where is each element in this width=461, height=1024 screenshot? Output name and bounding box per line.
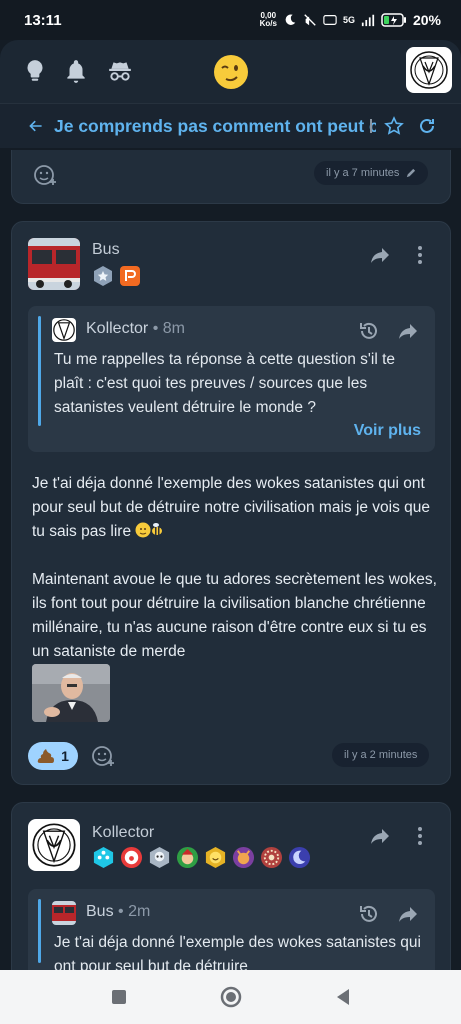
share-icon[interactable] (397, 320, 419, 342)
baphomet-sigil-icon (410, 51, 448, 89)
battery-icon (381, 13, 406, 27)
elf-badge-icon (176, 846, 199, 869)
recent-apps-icon[interactable] (107, 985, 131, 1009)
wink-face-icon[interactable] (213, 54, 249, 90)
sunburst-badge-icon (260, 846, 283, 869)
volte-icon (323, 15, 337, 25)
history-icon[interactable] (358, 320, 380, 342)
post-card: Kollector Bus • 2m Je t'ai déja donné l'… (11, 802, 451, 989)
arrow-left-icon[interactable] (28, 118, 44, 134)
quote-author-line: Kollector • 8m (86, 320, 185, 338)
timestamp-text: il y a 7 minutes (326, 167, 400, 179)
post-timestamp: il y a 2 minutes (332, 743, 430, 767)
quote-text: Tu me rappelles ta réponse à cette quest… (54, 351, 395, 416)
reaction-count: 1 (61, 748, 69, 764)
share-icon[interactable] (369, 825, 391, 847)
network-speed: 0,00 Ko/s (260, 12, 277, 28)
poop-emoji-icon (37, 749, 55, 763)
post-paragraph-2: Maintenant avoue le que tu adores secrèt… (32, 571, 437, 660)
moon-icon (285, 14, 296, 25)
speed-unit: Ko/s (259, 19, 277, 28)
mute-icon (304, 14, 316, 26)
home-icon[interactable] (219, 985, 243, 1009)
status-icons: 0,00 Ko/s 5G 20% (260, 12, 441, 29)
clown-badge-icon (120, 846, 143, 869)
post-timestamp: il y a 7 minutes (314, 161, 429, 185)
more-options-icon[interactable] (417, 245, 423, 265)
meme-image[interactable] (32, 664, 110, 722)
author-name[interactable]: Bus (92, 241, 120, 259)
status-time: 13:11 (24, 11, 62, 29)
post-card-previous: il y a 7 minutes (11, 150, 451, 204)
post-card: Bus Kollector • 8m Tu me rappelles ta ré… (11, 221, 451, 785)
quote-time: • 8m (152, 320, 185, 337)
orange-badge-icon (120, 266, 140, 286)
thread-title: Je comprends pas comment ont peut cro (54, 115, 376, 136)
timestamp-text: il y a 2 minutes (344, 749, 418, 761)
bus-photo-icon (28, 238, 80, 290)
share-icon[interactable] (397, 903, 419, 925)
quote-time: • 2m (118, 903, 151, 920)
avatar[interactable] (28, 238, 80, 290)
network-type: 5G (342, 15, 355, 25)
quote-author-name[interactable]: Bus (86, 903, 114, 920)
cyan-stars-badge-icon (93, 846, 114, 869)
bus-photo-icon (52, 901, 76, 925)
lightbulb-icon[interactable] (22, 58, 48, 84)
see-more-link[interactable]: Voir plus (354, 422, 421, 440)
more-options-icon[interactable] (417, 826, 423, 846)
skull-badge-icon (149, 846, 170, 869)
signal-icon (361, 14, 375, 27)
refresh-icon[interactable] (417, 116, 437, 136)
thread-title-bar: Je comprends pas comment ont peut cro (0, 104, 461, 148)
user-avatar[interactable] (406, 47, 452, 93)
edit-icon[interactable] (405, 168, 416, 179)
star-rank-badge-icon (94, 266, 112, 286)
title-cursor (370, 119, 372, 133)
back-icon[interactable] (331, 985, 355, 1009)
moon-badge-icon (288, 846, 311, 869)
reaction-chip[interactable]: 1 (28, 742, 78, 770)
man-photo-icon (32, 664, 110, 722)
devil-badge-icon (232, 846, 255, 869)
post-body: Je t'ai déja donné l'exemple des wokes s… (32, 472, 437, 544)
quote-author-name[interactable]: Kollector (86, 320, 148, 337)
baphomet-sigil-icon (32, 823, 76, 867)
quote-avatar (52, 901, 76, 925)
bell-icon[interactable] (63, 58, 89, 84)
badges-row (92, 846, 311, 869)
battery-level: 20% (412, 12, 441, 28)
status-bar: 13:11 0,00 Ko/s 5G 20% (0, 0, 461, 40)
quote-avatar (52, 318, 76, 342)
system-nav-bar (0, 970, 461, 1024)
quoted-post[interactable]: Kollector • 8m Tu me rappelles ta répons… (28, 306, 435, 452)
avatar[interactable] (28, 819, 80, 871)
post-paragraph: Je t'ai déja donné l'exemple des wokes s… (32, 475, 431, 540)
add-reaction-icon[interactable] (32, 162, 58, 188)
author-name[interactable]: Kollector (92, 824, 154, 842)
history-icon[interactable] (358, 903, 380, 925)
share-icon[interactable] (369, 244, 391, 266)
bee-emoji-icon (135, 522, 163, 538)
baphomet-sigil-icon (53, 319, 75, 341)
quote-author-line: Bus • 2m (86, 903, 150, 921)
incognito-icon[interactable] (107, 58, 133, 84)
star-icon[interactable] (384, 116, 404, 136)
smiley-badge-icon (205, 846, 226, 869)
add-reaction-icon[interactable] (90, 743, 116, 769)
